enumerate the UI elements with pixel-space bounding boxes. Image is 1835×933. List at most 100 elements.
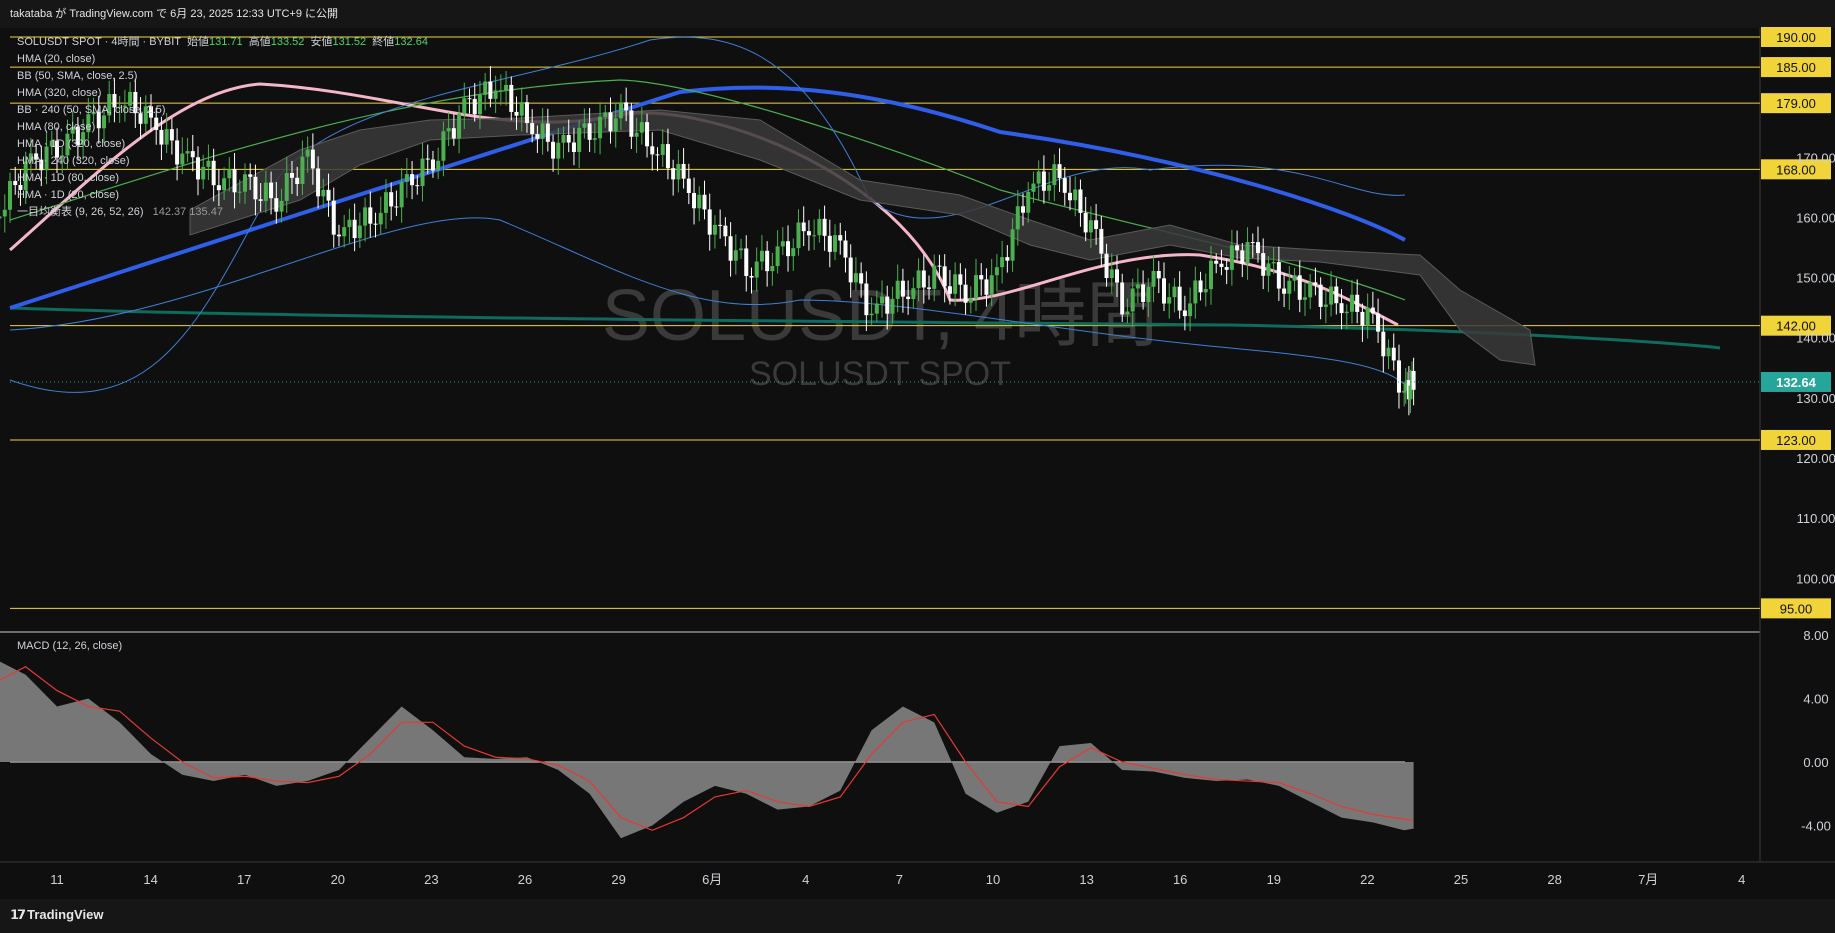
open-label: 始値 [186, 36, 209, 48]
candle-body [1235, 245, 1240, 251]
candle-body [890, 298, 895, 314]
candle-body [1334, 286, 1339, 304]
candle-body [467, 98, 472, 100]
candle-body [451, 128, 456, 139]
candle-body [1203, 289, 1208, 293]
candle-body [571, 142, 576, 152]
candle-body [900, 280, 905, 297]
candle-body [650, 146, 655, 155]
candle-body [342, 227, 347, 237]
x-tick-label: 4 [1738, 872, 1745, 887]
candle-body [1078, 189, 1083, 213]
candle-body [1073, 189, 1078, 201]
candle-body [806, 231, 811, 236]
candle-body [477, 94, 482, 115]
candle-body [838, 235, 843, 241]
candle-body [540, 123, 545, 139]
candle-body [676, 163, 681, 180]
macd-y-tick-label: 0.00 [1803, 755, 1828, 770]
candle-body [895, 280, 900, 299]
y-tick-label: 150.00 [1796, 271, 1835, 286]
candle-body [504, 84, 509, 91]
x-tick-label: 7月 [1638, 872, 1658, 887]
macd-y-tick-label: 8.00 [1803, 628, 1828, 643]
candle-body [775, 246, 780, 267]
candle-body [608, 112, 613, 132]
x-tick-label: 20 [331, 872, 345, 887]
candle-body [373, 223, 378, 225]
candle-body [1114, 269, 1119, 283]
macd-label[interactable]: MACD (12, 26, close) [17, 640, 122, 652]
x-tick-label: 11 [50, 872, 64, 887]
y-tick-label: 110.00 [1797, 511, 1835, 526]
candle-body [916, 270, 921, 289]
candle-body [707, 209, 712, 235]
candle-body [493, 90, 498, 99]
candle-body [556, 142, 561, 159]
y-tick-label: 130.00 [1796, 391, 1835, 406]
candle-body [0, 216, 2, 219]
candle-body [1302, 297, 1307, 300]
candle-body [1026, 191, 1031, 213]
candle-body [1344, 311, 1349, 314]
candle-body [624, 102, 629, 111]
tradingview-logo[interactable]: 𝟭𝟳 TradingView [10, 907, 103, 923]
candle-body [1120, 282, 1125, 315]
y-tick-label: 160.00 [1796, 210, 1835, 225]
candle-body [587, 123, 592, 140]
candle-body [932, 265, 937, 289]
candle-body [770, 266, 775, 272]
symbol-ohlc-row[interactable]: SOLUSDT SPOT · 4時間 · BYBIT 始値131.71 高値13… [17, 34, 428, 51]
candle-body [457, 113, 462, 139]
indicator-hma-1d-320[interactable]: HMA · 1D (320, close) [17, 136, 428, 153]
candle-body [1219, 263, 1224, 268]
candle-body [927, 287, 932, 289]
candle-body [728, 236, 733, 261]
indicator-hma-80[interactable]: HMA (80, close) [17, 119, 428, 136]
open-value: 131.71 [208, 36, 243, 48]
candle-body [1177, 286, 1182, 311]
candle-body [942, 266, 947, 287]
ichimoku-values: 142.37 135.47 [152, 206, 223, 218]
indicator-ichimoku[interactable]: 一目均衡表 (9, 26, 52, 26) 142.37 135.47 [17, 204, 428, 221]
y-tick-label: 120.00 [1796, 451, 1835, 466]
candle-body [885, 296, 890, 314]
candle-body [446, 128, 451, 132]
candle-body [566, 135, 571, 143]
candle-body [1355, 294, 1360, 312]
candle-body [551, 141, 556, 159]
candle-body [1083, 212, 1088, 233]
tradingview-mark-icon: 𝟭𝟳 [10, 907, 26, 922]
candle-body [801, 222, 806, 232]
candle-body [1182, 310, 1187, 317]
candle-body [791, 248, 796, 257]
candle-body [2, 209, 7, 217]
level-tag-label: 179.00 [1776, 96, 1816, 111]
level-tag-123: 123.00 [1761, 429, 1831, 450]
candle-body [827, 235, 832, 252]
indicator-bb-50[interactable]: BB (50, SMA, close, 2.5) [17, 68, 428, 85]
candle-body [509, 84, 514, 112]
level-tag-95: 95.00 [1761, 598, 1831, 619]
x-tick-label: 6月 [702, 872, 722, 887]
candle-body [1188, 303, 1193, 317]
candle-body [1323, 304, 1328, 307]
candle-body [712, 224, 717, 235]
candle-body [436, 160, 441, 171]
candle-body [8, 180, 13, 210]
candle-body [1161, 278, 1166, 304]
candle-body [561, 135, 566, 143]
indicator-hma-1d-20[interactable]: HMA · 1D (20, close) [17, 187, 428, 204]
candle-body [1208, 260, 1213, 290]
indicator-hma-320[interactable]: HMA (320, close) [17, 85, 428, 102]
indicator-hma-240-320[interactable]: HMA · 240 (320, close) [17, 153, 428, 170]
indicator-bb-240[interactable]: BB · 240 (50, SMA, close, 2.5) [17, 102, 428, 119]
candle-body [519, 102, 524, 116]
candle-body [1151, 271, 1156, 287]
indicator-hma-1d-80[interactable]: HMA · 1D (80, close) [17, 170, 428, 187]
candle-body [765, 250, 770, 272]
candle-body [430, 159, 435, 171]
indicator-hma-20[interactable]: HMA (20, close) [17, 51, 428, 68]
candle-body [1360, 311, 1365, 326]
y-tick-label: 100.00 [1796, 571, 1835, 586]
